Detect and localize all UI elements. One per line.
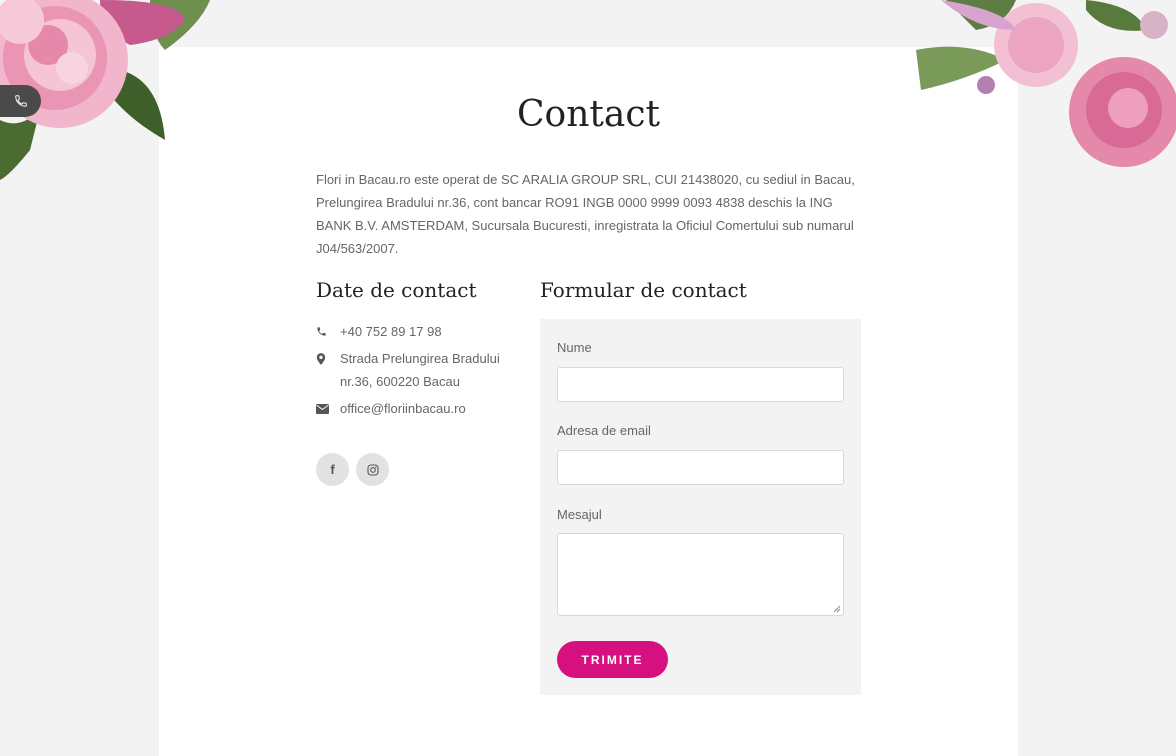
email-label: Adresa de email: [557, 423, 651, 438]
social-links: f: [316, 453, 389, 486]
facebook-icon: f: [330, 462, 335, 477]
page-title: Contact: [517, 94, 660, 135]
message-textarea[interactable]: [557, 533, 844, 616]
contact-email: office@floriinbacau.ro: [316, 397, 516, 420]
message-label: Mesajul: [557, 507, 602, 522]
contact-section-title: Date de contact: [316, 278, 477, 302]
contact-address-text: Strada Prelungirea Bradului nr.36, 60022…: [340, 351, 500, 389]
floating-call-button[interactable]: [0, 85, 41, 117]
facebook-button[interactable]: f: [316, 453, 349, 486]
phone-icon: [316, 320, 340, 343]
intro-text: Flori in Bacau.ro este operat de SC ARAL…: [316, 172, 855, 256]
page: Contact Flori in Bacau.ro este operat de…: [0, 0, 1176, 756]
submit-button[interactable]: TRIMITE: [557, 641, 668, 678]
instagram-icon: [366, 463, 379, 476]
email-input[interactable]: [557, 450, 844, 485]
envelope-icon: [316, 397, 340, 420]
name-input[interactable]: [557, 367, 844, 402]
resize-handle-icon[interactable]: [833, 605, 841, 613]
form-section-title: Formular de contact: [540, 278, 747, 302]
map-pin-icon: [316, 347, 340, 370]
contact-address: Strada Prelungirea Bradului nr.36, 60022…: [316, 347, 516, 393]
contact-phone-text[interactable]: +40 752 89 17 98: [340, 320, 510, 343]
instagram-button[interactable]: [356, 453, 389, 486]
phone-icon: [14, 95, 27, 107]
name-label: Nume: [557, 340, 592, 355]
contact-phone: +40 752 89 17 98: [316, 320, 516, 343]
contact-email-text[interactable]: office@floriinbacau.ro: [340, 397, 510, 420]
contact-form: Nume Adresa de email Mesajul TRIMITE: [540, 319, 861, 695]
contact-list: +40 752 89 17 98 Strada Prelungirea Brad…: [316, 320, 516, 424]
flowers-decoration-right: [916, 0, 1176, 167]
